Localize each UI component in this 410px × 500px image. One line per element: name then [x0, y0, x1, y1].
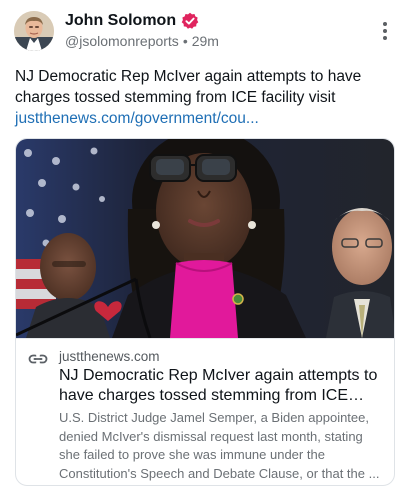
meta-separator: • — [182, 33, 188, 49]
post-link[interactable]: justthenews.com/government/cou... — [15, 108, 390, 129]
post-timestamp[interactable]: 29m — [192, 33, 219, 49]
verified-badge-icon — [181, 12, 199, 30]
post-text: NJ Democratic Rep McIver again attempts … — [15, 68, 362, 106]
card-image[interactable] — [16, 139, 394, 338]
avatar[interactable] — [14, 11, 54, 51]
more-vertical-icon[interactable] — [380, 22, 390, 42]
link-icon — [28, 349, 48, 369]
post: John Solomon @jsolomonreports • 29m NJ Dem… — [0, 0, 410, 500]
author-name[interactable]: John Solomon — [65, 12, 176, 30]
author-handle[interactable]: @jsolomonreports — [65, 33, 179, 49]
card-description: U.S. District Judge Jamel Semper, a Bide… — [59, 410, 380, 481]
link-preview-card[interactable]: justthenews.com NJ Democratic Rep McIver… — [15, 138, 395, 486]
post-body: NJ Democratic Rep McIver again attempts … — [15, 66, 390, 129]
post-header: John Solomon @jsolomonreports • 29m — [14, 10, 396, 54]
post-meta: @jsolomonreports • 29m — [65, 33, 219, 49]
card-title[interactable]: NJ Democratic Rep McIver again attempts … — [59, 366, 385, 406]
card-text-area: justthenews.com NJ Democratic Rep McIver… — [16, 338, 394, 485]
card-domain: justthenews.com — [59, 349, 160, 364]
author-row: John Solomon — [65, 12, 199, 30]
